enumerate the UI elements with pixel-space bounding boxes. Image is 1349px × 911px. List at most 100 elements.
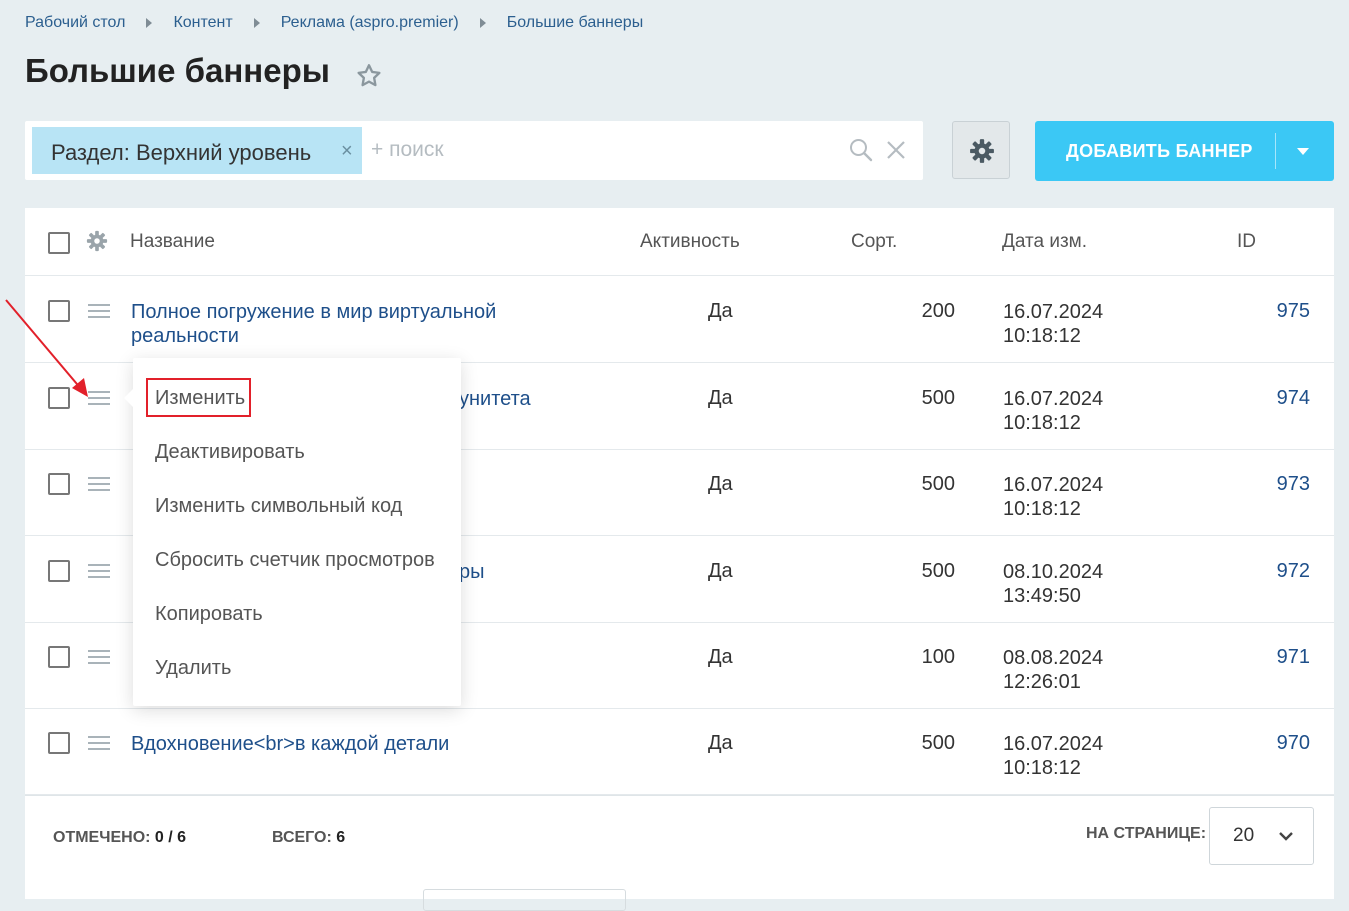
menu-item-edit-code[interactable]: Изменить символьный код bbox=[155, 495, 402, 518]
page-title: Большие баннеры bbox=[25, 52, 330, 89]
table-row[interactable]: Вдохновение<br>в каждой детали Да 500 16… bbox=[25, 708, 1334, 795]
row-checkbox[interactable] bbox=[48, 732, 70, 754]
cell-sort: 200 bbox=[921, 300, 955, 322]
cell-date: 16.07.2024 10:18:12 bbox=[1003, 473, 1103, 521]
cell-active: Да bbox=[708, 560, 733, 582]
grid-header: Название Активность Сорт. Дата изм. ID bbox=[25, 208, 1334, 276]
pagination[interactable] bbox=[423, 889, 626, 911]
cell-active: Да bbox=[708, 300, 733, 322]
popup-pointer bbox=[124, 388, 134, 408]
selected-count-value: 0 / 6 bbox=[154, 829, 187, 846]
cell-date: 16.07.2024 10:18:12 bbox=[1003, 300, 1103, 348]
search-icon[interactable] bbox=[848, 137, 874, 163]
row-checkbox[interactable] bbox=[48, 646, 70, 668]
drag-handle-icon[interactable] bbox=[88, 650, 110, 664]
breadcrumb-current[interactable]: Большие баннеры bbox=[507, 14, 644, 32]
per-page-label: НА СТРАНИЦЕ: bbox=[1086, 825, 1207, 842]
cell-date-day: 16.07.2024 bbox=[1003, 474, 1104, 496]
search-input[interactable]: + поиск bbox=[371, 138, 444, 162]
cell-sort: 100 bbox=[921, 646, 955, 668]
cell-date: 08.08.2024 12:26:01 bbox=[1003, 646, 1103, 694]
cell-active: Да bbox=[708, 387, 733, 409]
cell-id-link[interactable]: 971 bbox=[1225, 646, 1310, 669]
cell-id-link[interactable]: 973 bbox=[1225, 473, 1310, 496]
selected-count-label: ОТМЕЧЕНО: bbox=[53, 829, 151, 846]
chevron-right-icon bbox=[253, 18, 260, 28]
gear-icon bbox=[970, 139, 994, 163]
filter-tag[interactable]: Раздел: Верхний уровень × bbox=[32, 127, 362, 174]
column-header-active[interactable]: Активность bbox=[640, 231, 740, 253]
cell-sort: 500 bbox=[921, 560, 955, 582]
menu-item-edit[interactable]: Изменить bbox=[155, 387, 245, 410]
total-count-label: ВСЕГО: bbox=[272, 829, 332, 846]
cell-id-link[interactable]: 970 bbox=[1225, 732, 1310, 755]
drag-handle-icon[interactable] bbox=[88, 477, 110, 491]
banner-name-link[interactable]: ры bbox=[459, 560, 879, 584]
cell-date-day: 16.07.2024 bbox=[1003, 301, 1104, 323]
cell-id-link[interactable]: 972 bbox=[1225, 560, 1310, 583]
button-divider bbox=[1275, 133, 1276, 169]
breadcrumb-desktop[interactable]: Рабочий стол bbox=[25, 14, 125, 32]
star-icon[interactable] bbox=[355, 62, 383, 90]
cell-date-time: 10:18:12 bbox=[1003, 412, 1081, 434]
add-banner-label: ДОБАВИТЬ БАННЕР bbox=[1066, 141, 1253, 161]
close-icon[interactable] bbox=[885, 139, 907, 161]
grid-footer: ОТМЕЧЕНО: 0 / 6 ВСЕГО: 6 НА СТРАНИЦЕ: 20 bbox=[25, 795, 1334, 882]
banner-name-link[interactable]: унитета bbox=[459, 387, 879, 411]
total-count: ВСЕГО: 6 bbox=[272, 829, 345, 847]
cell-active: Да bbox=[708, 732, 733, 754]
filter-tag-label: Раздел: Верхний уровень bbox=[51, 140, 312, 165]
cell-date-time: 10:18:12 bbox=[1003, 757, 1081, 779]
banner-name-link[interactable]: Вдохновение<br>в каждой детали bbox=[131, 732, 551, 756]
column-header-sort[interactable]: Сорт. bbox=[851, 231, 897, 253]
add-banner-button[interactable]: ДОБАВИТЬ БАННЕР bbox=[1035, 121, 1334, 181]
settings-button[interactable] bbox=[952, 121, 1010, 179]
column-header-id[interactable]: ID bbox=[1237, 231, 1256, 253]
cell-date: 16.07.2024 10:18:12 bbox=[1003, 732, 1103, 780]
filter-tag-close-icon[interactable]: × bbox=[341, 140, 353, 163]
menu-item-deactivate[interactable]: Деактивировать bbox=[155, 441, 305, 464]
chevron-down-icon bbox=[1279, 832, 1293, 841]
table-row[interactable]: Полное погружение в мир виртуальной реал… bbox=[25, 276, 1334, 363]
column-header-date[interactable]: Дата изм. bbox=[1002, 231, 1087, 253]
cell-date-day: 16.07.2024 bbox=[1003, 733, 1104, 755]
cell-active: Да bbox=[708, 473, 733, 495]
cell-id-link[interactable]: 975 bbox=[1225, 300, 1310, 323]
breadcrumb-content[interactable]: Контент bbox=[173, 14, 232, 32]
banner-name-link[interactable]: Полное погружение в мир виртуальной реал… bbox=[131, 300, 551, 348]
total-count-value: 6 bbox=[336, 829, 346, 846]
breadcrumb: Рабочий стол Контент Реклама (aspro.prem… bbox=[25, 14, 643, 32]
cell-date: 08.10.2024 13:49:50 bbox=[1003, 560, 1103, 608]
cell-active: Да bbox=[708, 646, 733, 668]
gear-icon[interactable] bbox=[86, 230, 108, 252]
drag-handle-icon[interactable] bbox=[88, 736, 110, 750]
filter-search-bar[interactable]: Раздел: Верхний уровень × + поиск bbox=[25, 121, 923, 180]
chevron-right-icon bbox=[479, 18, 486, 28]
cell-id-link[interactable]: 974 bbox=[1225, 387, 1310, 410]
row-checkbox[interactable] bbox=[48, 560, 70, 582]
row-checkbox[interactable] bbox=[48, 473, 70, 495]
menu-item-delete[interactable]: Удалить bbox=[155, 657, 231, 680]
cell-date-time: 13:49:50 bbox=[1003, 585, 1081, 607]
cell-date-time: 10:18:12 bbox=[1003, 498, 1081, 520]
per-page-value: 20 bbox=[1233, 825, 1255, 846]
per-page-select[interactable]: 20 bbox=[1209, 807, 1314, 865]
menu-item-copy[interactable]: Копировать bbox=[155, 603, 263, 626]
row-context-menu: Изменить Деактивировать Изменить символь… bbox=[124, 358, 461, 706]
drag-handle-icon[interactable] bbox=[88, 564, 110, 578]
cell-date: 16.07.2024 10:18:12 bbox=[1003, 387, 1103, 435]
cell-date-day: 08.10.2024 bbox=[1003, 561, 1104, 583]
selected-count: ОТМЕЧЕНО: 0 / 6 bbox=[53, 829, 186, 847]
cell-sort: 500 bbox=[921, 387, 955, 409]
annotation-arrow-icon bbox=[5, 299, 88, 397]
cell-sort: 500 bbox=[921, 732, 955, 754]
breadcrumb-ads[interactable]: Реклама (aspro.premier) bbox=[281, 14, 459, 32]
cell-date-day: 08.08.2024 bbox=[1003, 647, 1104, 669]
column-header-name[interactable]: Название bbox=[130, 231, 215, 253]
select-all-checkbox[interactable] bbox=[48, 232, 70, 254]
menu-item-reset-views[interactable]: Сбросить счетчик просмотров bbox=[155, 549, 435, 572]
chevron-right-icon bbox=[146, 18, 153, 28]
caret-down-icon[interactable] bbox=[1297, 148, 1309, 155]
cell-sort: 500 bbox=[921, 473, 955, 495]
cell-date-time: 10:18:12 bbox=[1003, 325, 1081, 347]
